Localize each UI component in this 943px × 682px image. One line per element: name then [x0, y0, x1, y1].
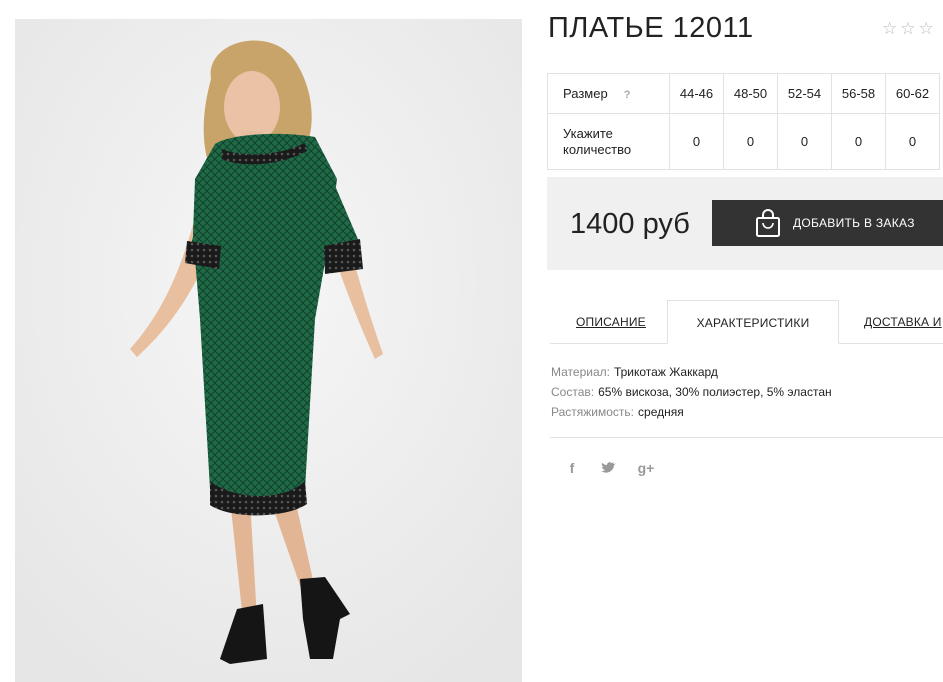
- spec-value: Трикотаж Жаккард: [613, 365, 718, 379]
- quantity-label-text: Укажите количество: [563, 125, 632, 157]
- product-tabs: ОПИСАНИЕ ХАРАКТЕРИСТИКИ ДОСТАВКА И: [550, 300, 943, 344]
- rating-stars[interactable]: ☆ ☆ ☆: [882, 19, 934, 39]
- quantity-cell: 0: [777, 113, 832, 170]
- size-cell: 56-58: [831, 73, 886, 114]
- size-row: Размер? 44-46 48-50 52-54 56-58 60-62: [547, 73, 940, 114]
- tab-delivery[interactable]: ДОСТАВКА И: [864, 300, 942, 344]
- spec-value: 65% вискоза, 30% полиэстер, 5% эластан: [598, 385, 832, 399]
- quantity-input[interactable]: 0: [682, 134, 712, 149]
- tab-characteristics[interactable]: ХАРАКТЕРИСТИКИ: [667, 300, 839, 344]
- size-header-cell: Размер?: [547, 73, 670, 114]
- add-to-order-label: ДОБАВИТЬ В ЗАКАЗ: [793, 216, 915, 230]
- spec-row: Растяжимость: средняя: [551, 402, 832, 422]
- spec-row: Состав: 65% вискоза, 30% полиэстер, 5% эл…: [551, 382, 832, 402]
- product-photo[interactable]: [15, 19, 522, 682]
- product-title: ПЛАТЬЕ 12011: [548, 12, 754, 44]
- spec-key: Состав:: [551, 385, 595, 399]
- spec-key: Растяжимость:: [551, 405, 635, 419]
- star-icon[interactable]: ☆: [882, 19, 897, 39]
- star-icon[interactable]: ☆: [919, 19, 934, 39]
- size-help-icon[interactable]: ?: [624, 89, 631, 101]
- quantity-cell: 0: [831, 113, 886, 170]
- size-label: Размер: [563, 86, 608, 101]
- quantity-input[interactable]: 0: [790, 134, 820, 149]
- size-cell: 52-54: [777, 73, 832, 114]
- quantity-input[interactable]: 0: [844, 134, 874, 149]
- add-to-order-button[interactable]: ДОБАВИТЬ В ЗАКАЗ: [712, 200, 943, 246]
- size-cell: 60-62: [885, 73, 940, 114]
- dress-model-illustration: [15, 19, 522, 682]
- size-cell: 44-46: [669, 73, 724, 114]
- spec-value: средняя: [638, 405, 684, 419]
- quantity-cell: 0: [669, 113, 724, 170]
- buy-panel: 1400 руб ДОБАВИТЬ В ЗАКАЗ: [547, 177, 943, 270]
- facebook-icon[interactable]: f: [563, 460, 581, 476]
- star-icon[interactable]: ☆: [900, 19, 915, 39]
- social-share: f g+: [563, 460, 655, 476]
- spec-key: Материал:: [551, 365, 610, 379]
- quantity-input[interactable]: 0: [898, 134, 928, 149]
- price: 1400 руб: [570, 208, 690, 240]
- size-cell: 48-50: [723, 73, 778, 114]
- twitter-icon[interactable]: [601, 461, 617, 475]
- shopping-bag-icon: [756, 209, 780, 237]
- tab-description[interactable]: ОПИСАНИЕ: [576, 300, 646, 344]
- quantity-input[interactable]: 0: [736, 134, 766, 149]
- size-quantity-table: Размер? 44-46 48-50 52-54 56-58 60-62 Ук…: [547, 73, 940, 170]
- quantity-cell: 0: [885, 113, 940, 170]
- specs-divider: [550, 437, 943, 438]
- quantity-label: Укажите количество: [547, 113, 670, 170]
- google-plus-icon[interactable]: g+: [637, 460, 655, 476]
- specs-list: Материал: Трикотаж Жаккард Состав: 65% вис…: [551, 362, 832, 422]
- quantity-cell: 0: [723, 113, 778, 170]
- spec-row: Материал: Трикотаж Жаккард: [551, 362, 832, 382]
- quantity-row: Укажите количество 0 0 0 0 0: [547, 113, 940, 170]
